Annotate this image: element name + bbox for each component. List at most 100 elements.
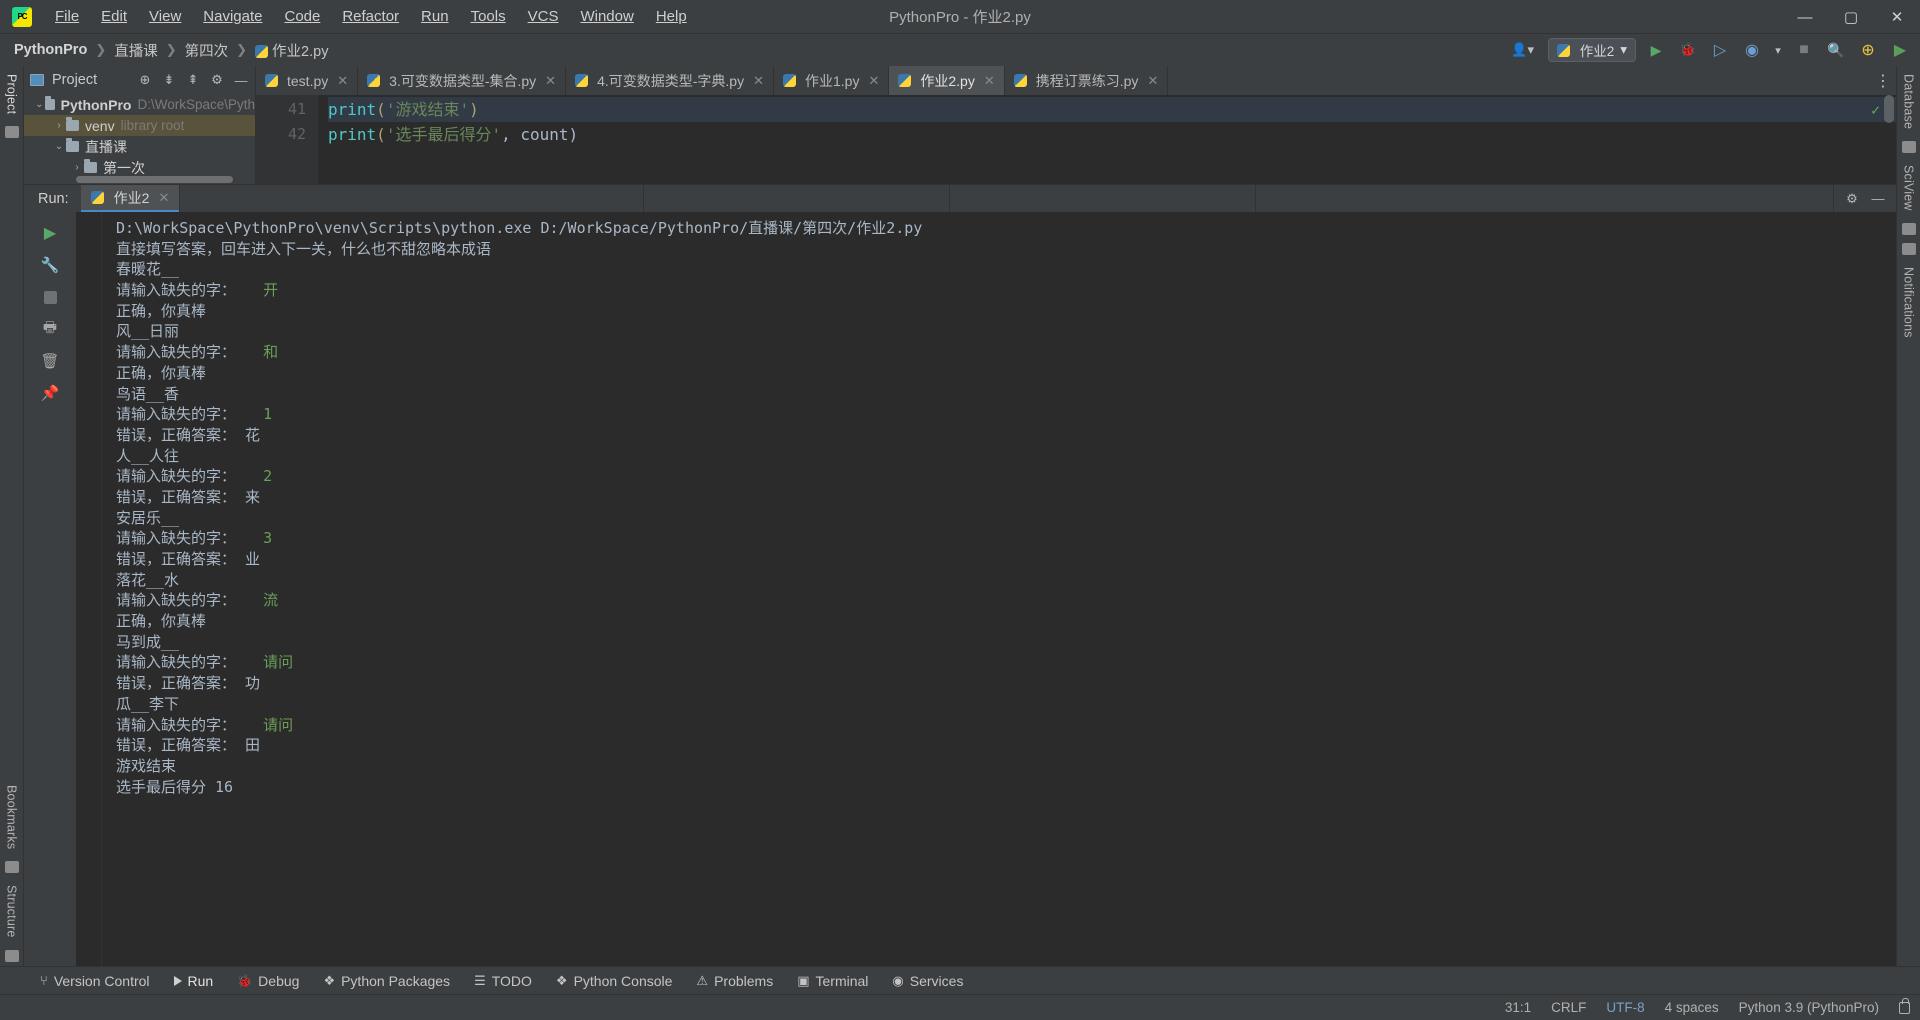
- breadcrumb-item-folder1[interactable]: 直播课: [110, 38, 162, 63]
- hide-panel-icon[interactable]: —: [1870, 191, 1886, 206]
- tree-row-diyici[interactable]: › 第一次: [24, 157, 255, 178]
- tab-close-icon[interactable]: ✕: [1147, 73, 1158, 89]
- menu-tools[interactable]: Tools: [460, 3, 517, 31]
- menu-edit[interactable]: Edit: [90, 3, 138, 31]
- editor-tab-dict[interactable]: 4.可变数据类型-字典.py ✕: [566, 66, 774, 95]
- profile-button[interactable]: ◉: [1740, 38, 1764, 62]
- tree-row-pythonpro[interactable]: ⌄ PythonPro D:\WorkSpace\Pyth: [24, 94, 255, 115]
- tab-close-icon[interactable]: ✕: [984, 73, 995, 89]
- user-account-icon[interactable]: 👤 ▾: [1506, 38, 1540, 62]
- code-line-42[interactable]: print('选手最后得分', count): [328, 122, 1896, 147]
- editor-options-icon[interactable]: ⋮: [1870, 66, 1896, 95]
- tool-button-python-console[interactable]: ❖ Python Console: [544, 967, 685, 995]
- stripe-button-bookmarks[interactable]: Bookmarks: [5, 777, 19, 857]
- print-icon[interactable]: 🖶: [35, 314, 65, 344]
- line-separator[interactable]: CRLF: [1551, 1000, 1586, 1015]
- project-horizontal-scrollbar[interactable]: [76, 176, 233, 183]
- run-with-coverage-button[interactable]: ▷: [1708, 38, 1732, 62]
- editor-scrollbar[interactable]: [1884, 95, 1894, 123]
- tool-button-services[interactable]: ◉ Services: [880, 967, 975, 995]
- editor-tab-test[interactable]: test.py ✕: [256, 66, 359, 95]
- code-line-41[interactable]: print('游戏结束'): [328, 97, 1896, 122]
- chevron-down-icon[interactable]: ⌄: [52, 141, 66, 152]
- editor-tab-homework2[interactable]: 作业2.py ✕: [889, 66, 1005, 95]
- wrench-icon[interactable]: 🔧: [35, 250, 65, 280]
- debug-button[interactable]: 🐞: [1676, 38, 1700, 62]
- stripe-button-project[interactable]: Project: [5, 66, 19, 122]
- tool-button-problems[interactable]: ⚠ Problems: [684, 967, 785, 995]
- settings-icon[interactable]: ⚙: [209, 72, 225, 88]
- editor-tab-ctrip[interactable]: 携程订票练习.py ✕: [1005, 66, 1169, 95]
- run-button[interactable]: ▶: [1644, 38, 1668, 62]
- editor-tab-homework1[interactable]: 作业1.py ✕: [774, 66, 890, 95]
- tool-button-debug[interactable]: 🐞 Debug: [225, 967, 311, 995]
- collapse-all-icon[interactable]: ⇟: [161, 72, 177, 88]
- chevron-down-icon[interactable]: ⌄: [34, 99, 45, 110]
- tab-close-icon[interactable]: ✕: [545, 73, 556, 89]
- chevron-right-icon[interactable]: ›: [52, 120, 66, 131]
- tree-row-venv[interactable]: › venv library root: [24, 115, 255, 136]
- close-button[interactable]: ✕: [1874, 0, 1920, 34]
- share-icon[interactable]: ▶: [1888, 38, 1912, 62]
- tool-button-version-control[interactable]: ⑂ Version Control: [28, 967, 162, 995]
- console-scrollbar[interactable]: [1882, 212, 1896, 966]
- menu-code[interactable]: Code: [273, 3, 331, 31]
- breadcrumb-item-project[interactable]: PythonPro: [10, 40, 91, 60]
- tab-close-icon[interactable]: ✕: [337, 73, 348, 89]
- menu-refactor[interactable]: Refactor: [331, 3, 410, 31]
- code-content[interactable]: print('游戏结束') print('选手最后得分', count): [318, 95, 1896, 184]
- caret-position[interactable]: 31:1: [1505, 1000, 1531, 1015]
- menu-navigate[interactable]: Navigate: [192, 3, 273, 31]
- file-encoding[interactable]: UTF-8: [1606, 1000, 1644, 1015]
- tool-button-terminal[interactable]: ▣ Terminal: [785, 967, 880, 995]
- inspection-ok-icon[interactable]: ✓: [1871, 101, 1880, 119]
- plugin-update-icon[interactable]: ⊕: [1856, 38, 1880, 62]
- stripe-button-database[interactable]: Database: [1902, 66, 1916, 137]
- hide-panel-icon[interactable]: —: [233, 73, 249, 88]
- run-configuration-selector[interactable]: 作业2 ▾: [1547, 38, 1636, 62]
- editor-tab-set[interactable]: 3.可变数据类型-集合.py ✕: [358, 66, 567, 95]
- menu-view[interactable]: View: [138, 3, 192, 31]
- tree-row-zhibooke[interactable]: ⌄ 直播课: [24, 136, 255, 157]
- code-editor[interactable]: 41 42 print('游戏结束') print('选手最后得分', coun…: [256, 95, 1896, 184]
- rerun-icon[interactable]: ▶: [35, 218, 65, 248]
- console-line: 错误，正确答案： 田: [116, 735, 1882, 756]
- menu-window[interactable]: Window: [569, 3, 644, 31]
- tab-close-icon[interactable]: ✕: [868, 73, 879, 89]
- trash-icon[interactable]: 🗑: [35, 346, 65, 376]
- expand-all-icon[interactable]: ⇞: [185, 72, 201, 88]
- chevron-right-icon[interactable]: ›: [70, 162, 84, 173]
- breadcrumb-item-file[interactable]: 作业2.py: [251, 38, 332, 63]
- menu-vcs[interactable]: VCS: [517, 3, 570, 31]
- folder-icon: [84, 159, 97, 173]
- tool-button-python-packages[interactable]: ❖ Python Packages: [311, 967, 462, 995]
- run-tab-close-icon[interactable]: ✕: [158, 190, 169, 206]
- tool-button-todo[interactable]: ☰ TODO: [462, 967, 544, 995]
- menu-run[interactable]: Run: [410, 3, 460, 31]
- indent-setting[interactable]: 4 spaces: [1665, 1000, 1719, 1015]
- settings-icon[interactable]: ⚙: [1844, 191, 1860, 207]
- run-tab-homework2[interactable]: 作业2 ✕: [80, 185, 180, 212]
- target-icon[interactable]: ⊕: [137, 72, 153, 88]
- menu-help[interactable]: Help: [645, 3, 698, 31]
- stop-button[interactable]: ■: [1792, 38, 1816, 62]
- maximize-button[interactable]: ▢: [1828, 0, 1874, 34]
- user-glyph: 👤: [1511, 42, 1528, 57]
- console-output[interactable]: D:\WorkSpace\PythonPro\venv\Scripts\pyth…: [102, 212, 1882, 966]
- folder-icon: [44, 96, 55, 110]
- package-icon: ❖: [323, 972, 336, 988]
- stripe-button-sciview[interactable]: SciView: [1902, 157, 1916, 219]
- lock-icon[interactable]: [1899, 997, 1910, 1014]
- stripe-button-structure[interactable]: Structure: [5, 877, 19, 946]
- stop-icon[interactable]: [35, 282, 65, 312]
- python-interpreter[interactable]: Python 3.9 (PythonPro): [1739, 1000, 1879, 1015]
- minimize-button[interactable]: —: [1782, 0, 1828, 34]
- pin-icon[interactable]: 📌: [35, 378, 65, 408]
- profile-caret-icon[interactable]: ▾: [1772, 38, 1784, 62]
- menu-file[interactable]: File: [44, 3, 90, 31]
- search-icon[interactable]: 🔍: [1824, 38, 1848, 62]
- breadcrumb-item-folder2[interactable]: 第四次: [181, 38, 233, 63]
- tool-button-run[interactable]: Run: [162, 967, 226, 995]
- tab-close-icon[interactable]: ✕: [753, 73, 764, 89]
- stripe-button-notifications[interactable]: Notifications: [1902, 259, 1916, 346]
